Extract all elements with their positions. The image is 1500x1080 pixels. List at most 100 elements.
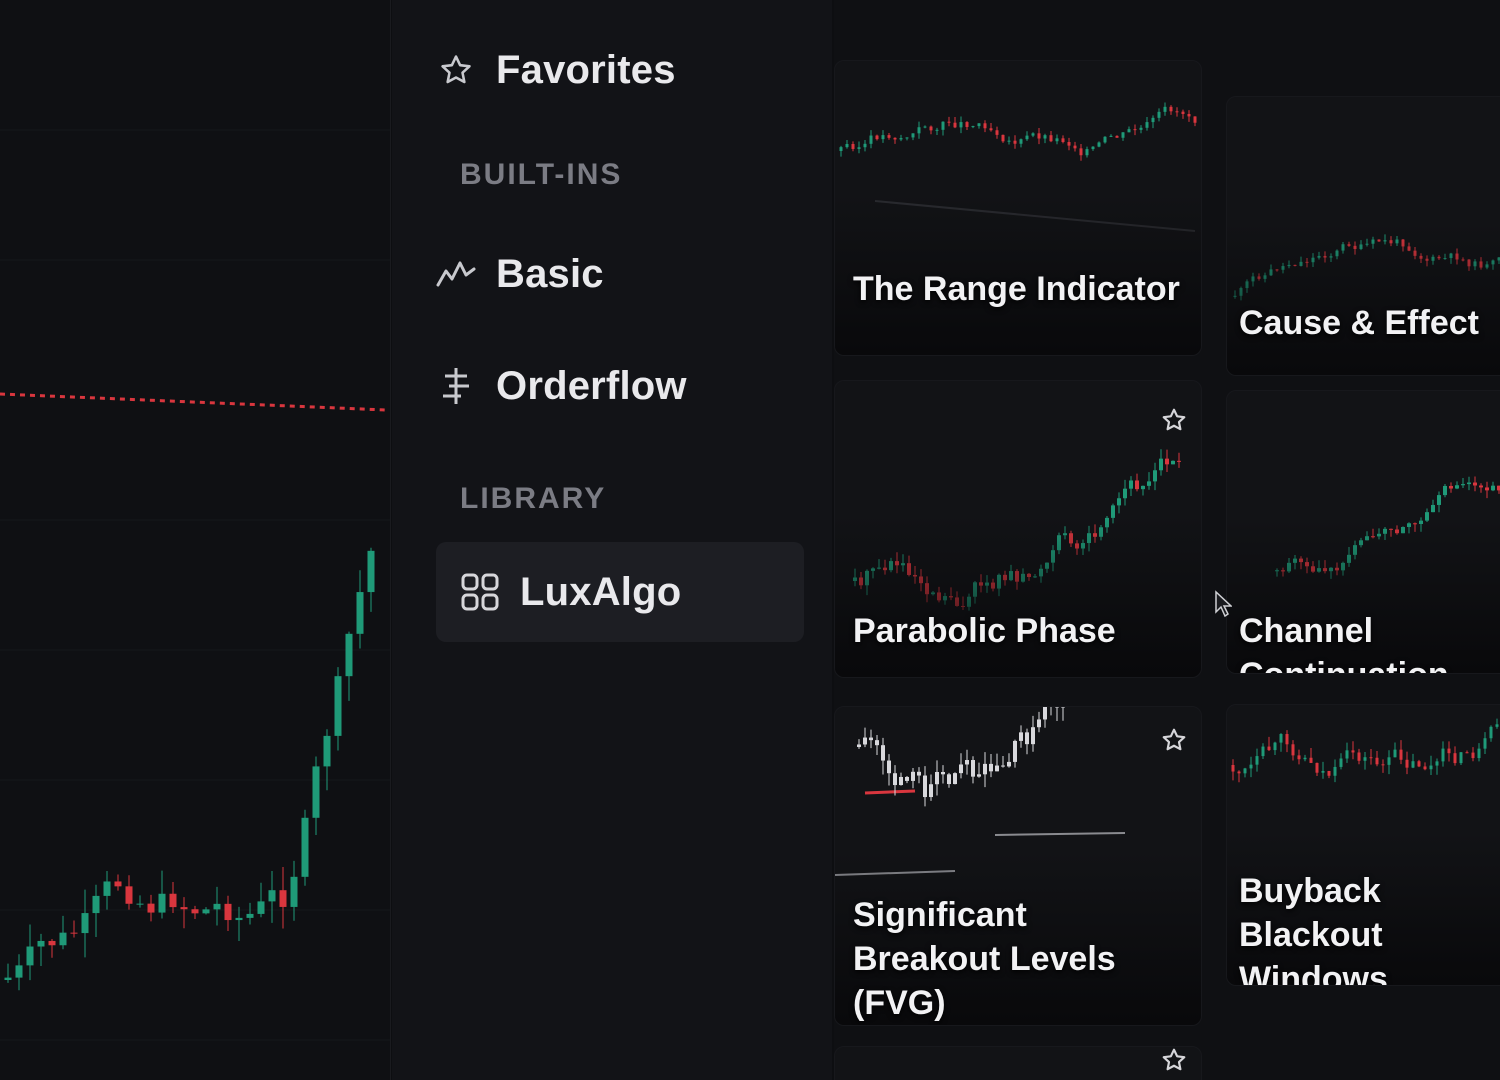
sidebar-item-favorites[interactable]: Favorites: [436, 20, 804, 120]
candle-body: [1249, 764, 1253, 769]
fvg-level: [864, 789, 916, 795]
candle-body: [1369, 757, 1373, 759]
indicator-card[interactable]: Cause & Effect: [1226, 96, 1500, 376]
candle-body: [893, 773, 897, 786]
candle-body: [1321, 770, 1325, 773]
candle-body: [1159, 458, 1163, 471]
candle-body: [1127, 129, 1131, 133]
candle-body: [863, 737, 867, 745]
candle-body: [1151, 117, 1155, 123]
card-title: Parabolic Phase: [853, 612, 1116, 650]
candle-body: [169, 893, 177, 908]
favorite-star-icon[interactable]: [1161, 727, 1191, 757]
candle-body: [935, 129, 939, 131]
favorite-star-icon[interactable]: [1161, 407, 1191, 437]
sidebar-item-basic[interactable]: Basic: [436, 224, 804, 324]
candle-body: [1153, 470, 1157, 482]
favorite-star-icon[interactable]: [1161, 1047, 1191, 1077]
candle-body: [1327, 770, 1331, 776]
candle-body: [1043, 707, 1047, 720]
candle-body: [1117, 498, 1121, 506]
candle-body: [125, 886, 133, 904]
sidebar-item-label: Basic: [496, 251, 604, 296]
candle-body: [235, 917, 243, 921]
indicator-card[interactable]: [834, 1046, 1202, 1080]
candle-body: [1375, 757, 1379, 765]
candle-body: [1429, 765, 1433, 770]
section-label-library: LIBRARY: [460, 482, 607, 515]
candle-body: [1157, 111, 1161, 118]
candle-body: [1465, 752, 1469, 754]
candle-body: [92, 895, 100, 914]
indicator-card[interactable]: The Range Indicator: [834, 60, 1202, 356]
candle-body: [1013, 740, 1017, 762]
candle-body: [1309, 757, 1313, 763]
candle-body: [1121, 132, 1125, 138]
candle-body: [191, 909, 199, 914]
candle-body: [917, 127, 921, 134]
candle-body: [37, 940, 45, 947]
candle-body: [995, 765, 999, 772]
candle-body: [983, 123, 987, 129]
sidebar-item-orderflow[interactable]: Orderflow: [436, 336, 804, 436]
candle-body: [367, 550, 375, 593]
candle-body: [989, 128, 993, 131]
candle-body: [1091, 146, 1095, 150]
candle-body: [334, 676, 342, 736]
candle-body: [953, 773, 957, 785]
candle-body: [947, 121, 951, 123]
candle-body: [1339, 758, 1343, 767]
candle-body: [301, 817, 309, 877]
indicator-card[interactable]: Significant Breakout Levels (FVG): [834, 706, 1202, 1026]
candle-body: [1467, 482, 1471, 485]
candle-body: [977, 123, 981, 127]
candle-body: [1037, 133, 1041, 139]
candle-body: [1333, 766, 1337, 776]
candle-body: [971, 126, 975, 128]
candle-body: [1079, 148, 1083, 156]
candle-body: [875, 135, 879, 140]
candle-body: [1055, 138, 1059, 142]
candle-body: [1473, 482, 1477, 486]
candle-body: [1165, 458, 1169, 465]
candle-body: [246, 913, 254, 918]
card-title: Channel Continuation: [1239, 612, 1449, 673]
candle-body: [81, 913, 89, 934]
candle-body: [869, 135, 873, 144]
price-level-line: [0, 392, 387, 412]
candle-body: [1061, 138, 1065, 143]
candle-body: [983, 763, 987, 775]
candle-body: [213, 903, 221, 910]
indicator-card[interactable]: Channel Continuation: [1226, 390, 1500, 674]
candle-body: [1447, 748, 1451, 754]
section-label-builtins: BUILT-INS: [460, 158, 623, 191]
candle-body: [1351, 750, 1355, 753]
indicator-category-sidebar: Favorites BUILT-INS Basic Orderflow LIBR…: [392, 0, 832, 1080]
indicator-card[interactable]: Parabolic Phase: [834, 380, 1202, 678]
indicator-card[interactable]: Buyback Blackout Windows: [1226, 704, 1500, 986]
candle-body: [1483, 738, 1487, 749]
sidebar-item-label: Favorites: [496, 47, 676, 92]
candle-body: [1193, 116, 1197, 123]
candle-body: [1049, 135, 1053, 142]
candle-body: [881, 745, 885, 761]
trend-line-icon: [436, 254, 476, 294]
candle-body: [1297, 755, 1301, 760]
candle-body: [1279, 734, 1283, 743]
candle-body: [257, 901, 265, 914]
candle-body: [26, 946, 34, 966]
candle-body: [1019, 139, 1023, 144]
card-title: Buyback Blackout Windows: [1239, 872, 1388, 986]
candle-body: [1067, 142, 1071, 146]
candle-body: [857, 147, 861, 149]
sidebar-item-luxalgo[interactable]: LuxAlgo: [436, 542, 804, 642]
candle-body: [1477, 748, 1481, 759]
candle-body: [941, 772, 945, 775]
price-chart-pane[interactable]: [0, 0, 391, 1080]
candle-body: [1461, 484, 1465, 486]
candle-body: [1303, 757, 1307, 760]
candle-body: [917, 771, 921, 776]
grid-icon: [460, 572, 500, 612]
candle-body: [147, 903, 155, 913]
candle-body: [1455, 485, 1459, 489]
